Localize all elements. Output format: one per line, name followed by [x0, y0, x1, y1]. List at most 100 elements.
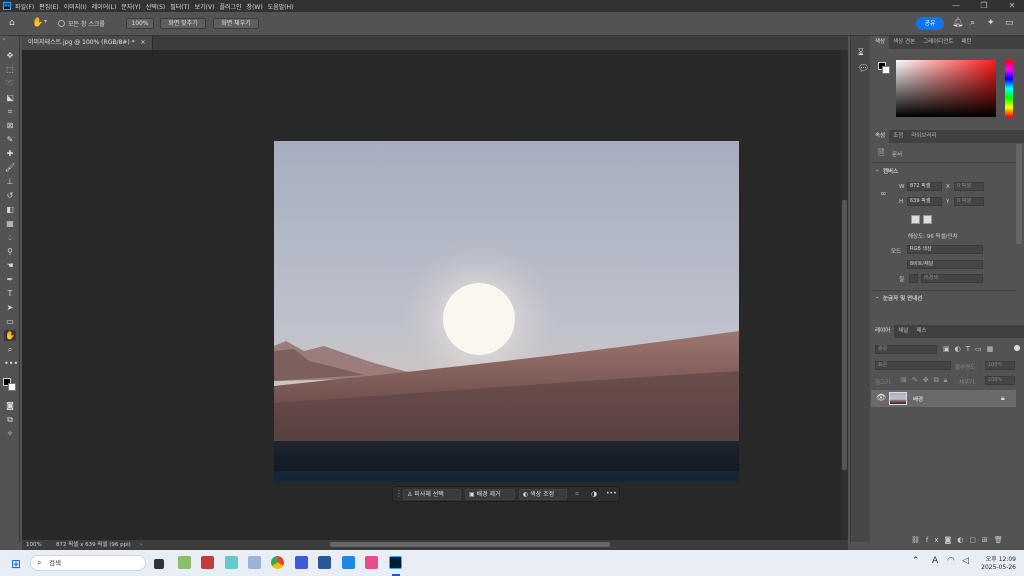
path-selection-tool-icon[interactable]: ➤ — [4, 302, 16, 313]
menu-window[interactable]: 창(W) — [247, 2, 263, 11]
portrait-orientation-icon[interactable] — [911, 215, 920, 224]
photoshop-taskbar-icon[interactable] — [389, 556, 402, 569]
volume-icon[interactable]: ◁ — [962, 556, 969, 566]
search-icon[interactable]: ⌕ — [970, 18, 975, 28]
chevron-down-icon[interactable]: ▾ — [44, 18, 47, 25]
generative-icon[interactable]: ✧ — [4, 428, 16, 439]
share-button[interactable]: 공유 — [916, 17, 944, 30]
quick-mask-icon[interactable]: ◙ — [4, 400, 16, 411]
menu-type[interactable]: 문자(Y) — [121, 2, 140, 11]
eraser-tool-icon[interactable]: ◧ — [4, 204, 16, 215]
desert-sunset-photo[interactable] — [274, 141, 739, 482]
tab-swatches[interactable]: 색상 견본 — [889, 36, 919, 49]
rectangle-tool-icon[interactable]: ▭ — [4, 316, 16, 327]
chevron-right-icon[interactable]: ⌄ — [875, 294, 880, 300]
tab-layers[interactable]: 레이어 — [871, 325, 895, 338]
healing-brush-tool-icon[interactable]: ✚ — [4, 148, 16, 159]
lock-icons[interactable]: ⊠✎✥⧉🔒︎ — [901, 376, 952, 385]
widgets-icon[interactable] — [178, 556, 191, 569]
history-brush-tool-icon[interactable]: ↺ — [4, 190, 16, 201]
taskbar-search[interactable]: ⌕ 검색 — [30, 555, 146, 571]
chevron-up-icon[interactable]: ⌃ — [912, 556, 920, 566]
collapse-icon[interactable]: » — [2, 36, 6, 43]
tab-channels[interactable]: 채널 — [894, 325, 912, 338]
smudge-tool-icon[interactable]: ☚ — [4, 260, 16, 271]
workspace-icon[interactable]: ▭ — [1005, 18, 1014, 28]
menu-edit[interactable]: 편집(E) — [39, 2, 59, 11]
drag-handle-icon[interactable]: ⋮ — [395, 489, 403, 498]
gradient-tool-icon[interactable]: ▦ — [4, 218, 16, 229]
zoom-tool-icon[interactable]: ⌕ — [4, 344, 16, 355]
pen-tool-icon[interactable]: ✒ — [4, 274, 16, 285]
more-options-icon[interactable]: ••• — [606, 490, 617, 497]
menu-filter[interactable]: 필터(T) — [170, 2, 189, 11]
mode-select[interactable]: RGB 색상 — [907, 245, 983, 254]
fit-screen-button[interactable]: 화면 맞추기 — [160, 18, 206, 29]
move-tool-icon[interactable]: ✥ — [4, 50, 16, 61]
remove-background-button[interactable]: ▣ 배경 제거 — [465, 489, 515, 500]
status-arrow-icon[interactable]: › — [140, 540, 142, 550]
close-window-button[interactable]: ✕ — [1000, 0, 1024, 12]
object-selection-tool-icon[interactable]: ⬕ — [4, 92, 16, 103]
color-picker-field[interactable] — [896, 60, 996, 117]
blend-mode-select[interactable]: 표준 — [875, 361, 951, 370]
background-color-swatch[interactable] — [8, 383, 16, 391]
properties-scrollbar[interactable] — [1016, 144, 1022, 244]
app-icon[interactable] — [248, 556, 261, 569]
task-view-icon[interactable] — [154, 559, 164, 569]
layer-row[interactable]: 👁︎ 배경 🔒︎ — [871, 390, 1016, 407]
type-tool-icon[interactable]: T — [4, 288, 16, 299]
tab-patterns[interactable]: 패턴 — [958, 36, 976, 49]
home-icon[interactable]: ⌂ — [9, 18, 15, 28]
marquee-tool-icon[interactable]: ⬚ — [4, 64, 16, 75]
lasso-tool-icon[interactable]: ➰ — [4, 78, 16, 89]
blur-tool-icon[interactable]: 💧︎ — [4, 232, 16, 243]
color-adjust-button[interactable]: ◐ 색상 조정 — [519, 489, 567, 500]
input-method-icon[interactable]: A — [932, 556, 938, 566]
tab-properties[interactable]: 속성 — [871, 130, 890, 143]
bg-color-swatch[interactable] — [882, 66, 890, 74]
dodge-tool-icon[interactable]: ⚲ — [4, 246, 16, 257]
tab-gradients[interactable]: 그레이디언트 — [919, 36, 957, 49]
adjustment-icon[interactable]: ◑ — [591, 490, 597, 498]
app-icon[interactable] — [225, 556, 238, 569]
landscape-orientation-icon[interactable] — [923, 215, 932, 224]
tab-adjustments[interactable]: 조정 — [889, 130, 907, 143]
discover-icon[interactable]: ✦ — [987, 18, 995, 28]
app-icon[interactable] — [342, 556, 355, 569]
status-zoom[interactable]: 100% — [26, 540, 42, 550]
chevron-down-icon[interactable]: ⌄ — [875, 167, 880, 173]
height-field[interactable]: 639 픽셀 — [907, 197, 942, 206]
tab-color[interactable]: 색상 — [871, 36, 890, 49]
menu-help[interactable]: 도움말(H) — [268, 2, 294, 11]
x-field[interactable]: 0 픽셀 — [954, 182, 984, 191]
tab-libraries[interactable]: 라이브러리 — [907, 130, 940, 143]
layer-actions[interactable]: ⛓fx◙◐▢⊞🗑︎ — [911, 536, 1009, 544]
link-icon[interactable]: ∞ — [880, 189, 887, 198]
menu-file[interactable]: 파일(F) — [15, 2, 34, 11]
bit-depth-select[interactable]: 8비트/채널 — [907, 260, 983, 269]
document-tab[interactable]: 이미지테스트.jpg @ 100% (RGB/8#) * × — [22, 36, 153, 50]
clone-stamp-tool-icon[interactable]: ⊥ — [4, 176, 16, 187]
clock-time[interactable]: 오후 12:09 — [980, 554, 1016, 563]
menu-select[interactable]: 선택(S) — [146, 2, 166, 11]
wifi-icon[interactable]: ◠ — [947, 556, 955, 566]
edit-toolbar-icon[interactable]: ••• — [4, 358, 18, 369]
app-icon[interactable] — [365, 556, 378, 569]
clock-date[interactable]: 2025-05-26 — [976, 564, 1016, 571]
eye-icon[interactable]: 👁︎ — [876, 393, 886, 402]
frame-tool-icon[interactable]: ⊠ — [4, 120, 16, 131]
comments-panel-icon[interactable]: 💬︎ — [858, 64, 869, 74]
crop-icon[interactable]: ⌗ — [575, 490, 579, 499]
horizontal-scroll-thumb[interactable] — [330, 542, 610, 547]
close-tab-icon[interactable]: × — [141, 39, 146, 46]
bell-icon[interactable]: 🔔︎ — [952, 18, 963, 28]
minimize-button[interactable]: — — [944, 0, 968, 12]
opacity-field[interactable]: 100% — [985, 361, 1015, 370]
chrome-icon[interactable] — [271, 556, 284, 569]
tab-paths[interactable]: 패스 — [912, 325, 930, 338]
app-icon[interactable] — [201, 556, 214, 569]
fill-select[interactable]: 배경색 — [921, 274, 983, 283]
hand-tool-icon[interactable]: ✋ — [4, 330, 16, 341]
vertical-scrollbar[interactable] — [841, 50, 848, 540]
